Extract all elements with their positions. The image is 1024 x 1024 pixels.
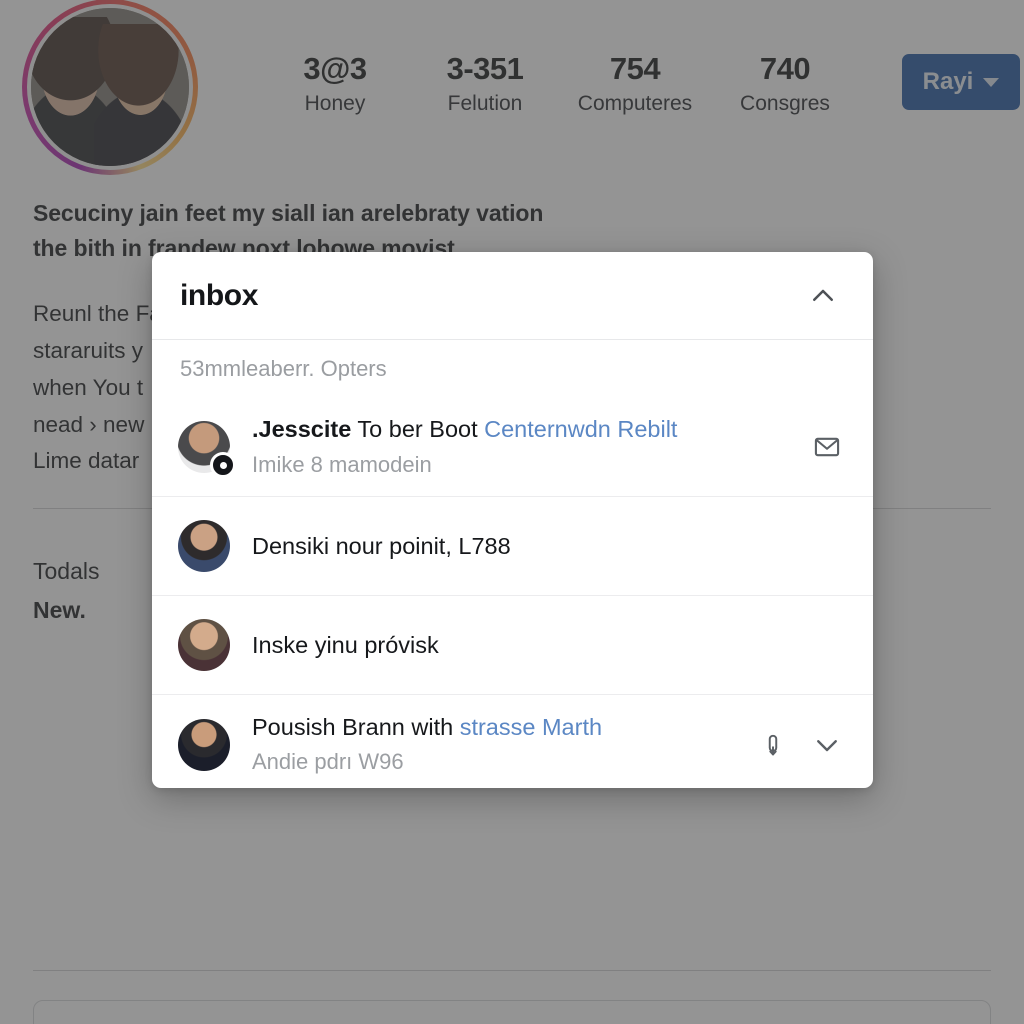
avatar-wrapper [178,619,230,671]
message-actions [753,725,847,765]
message-body: Inske yinu próvisk [252,629,847,661]
avatar [178,718,230,771]
message-title-link[interactable]: strasse Marth [460,714,602,740]
section-divider-bottom [33,970,991,971]
stat-felution[interactable]: 3-351 Felution [410,51,560,120]
stat-value: 3-351 [446,51,524,87]
profile-avatar[interactable] [22,0,198,175]
portrait-graphic [31,8,189,166]
message-title: Pousish Brann with strasse Marth [252,711,737,743]
stat-honey[interactable]: 3@3 Honey [260,51,410,120]
message-title-plain: To ber Boot [357,416,478,443]
stat-value: 754 [609,51,661,87]
avatar-wrapper [178,421,236,478]
article-heading-line-1: Secuciny jain feet my siall ian arelebra… [33,200,544,226]
inbox-modal: inbox 53mmleaberr. Opters .Jesscite To b… [152,252,873,788]
rayi-button[interactable]: Rayi [902,54,1020,110]
avatar [178,619,230,671]
rayi-button-label: Rayi [922,68,974,95]
message-body: Densiki nour poinit, L788 [252,530,847,562]
todals-block: Todals New. [33,552,99,630]
todals-strong: New. [33,597,86,624]
message-title: .Jesscite To ber Boot Centernwdn Rebilt [252,413,791,445]
stat-value: 740 [759,51,811,87]
message-title: Densiki nour poinit, L788 [252,530,847,562]
avatar-wrapper [178,520,230,572]
message-subtitle: Imike 8 mamodein [252,451,432,477]
message-body: .Jesscite To ber Boot Centernwdn Rebilt … [252,413,791,480]
inbox-subheader-text: 53mmleaberr. Opters [180,356,387,381]
caret-down-icon [983,77,1000,87]
message-subtitle: Andie pdrı W96 [252,749,404,775]
stat-value: 3@3 [303,51,367,87]
message-row[interactable]: Densiki nour poinit, L788 [152,497,873,596]
stat-label: Honey [304,92,366,116]
screen-root: 3@3 Honey 3-351 Felution 754 Computeres … [0,0,1024,1024]
todals-label: Todals [33,558,100,584]
message-title-plain: Densiki nour poinit, L788 [252,532,511,559]
envelope-icon [814,437,840,457]
stat-label: Felution [447,92,523,116]
message-title-plain: Inske yinu próvisk [252,631,439,658]
chevron-down-icon [817,739,837,751]
profile-stats: 3@3 Honey 3-351 Felution 754 Computeres … [260,51,860,120]
message-title: Inske yinu próvisk [252,629,847,661]
message-list: .Jesscite To ber Boot Centernwdn Rebilt … [152,398,873,788]
message-row[interactable]: Inske yinu próvisk [152,596,873,695]
unread-badge [210,452,236,478]
message-row[interactable]: Pousish Brann with strasse Marth Andie p… [152,695,873,788]
collapse-button[interactable] [803,276,843,316]
profile-header: 3@3 Honey 3-351 Felution 754 Computeres … [0,0,1024,180]
inbox-title: inbox [180,278,258,312]
avatar [178,520,230,572]
expand-button[interactable] [807,725,847,765]
envelope-button[interactable] [807,427,847,467]
attachment-button[interactable] [753,725,793,765]
chevron-up-icon [813,289,833,301]
message-row[interactable]: .Jesscite To ber Boot Centernwdn Rebilt … [152,398,873,497]
stat-label: Consgres [740,92,830,116]
paperclip-icon [768,734,778,756]
message-title-link[interactable]: Centernwdn Rebilt [484,416,677,442]
message-sender: .Jesscite [252,416,352,443]
avatar-image [27,4,193,170]
badge-dot [219,461,227,469]
avatar-wrapper [178,718,230,771]
stat-computeres[interactable]: 754 Computeres [560,51,710,120]
inbox-subheader: 53mmleaberr. Opters [152,340,873,398]
message-actions [807,427,847,467]
bottom-comment-card[interactable]: Pawhorırh ılnacid ir Innlage [33,1000,991,1024]
inbox-modal-header: inbox [152,252,873,340]
message-body: Pousish Brann with strasse Marth Andie p… [252,711,737,778]
stat-label: Computeres [577,92,693,116]
message-title-plain: Pousish Brann with [252,713,454,740]
stat-consgres[interactable]: 740 Consgres [710,51,860,120]
